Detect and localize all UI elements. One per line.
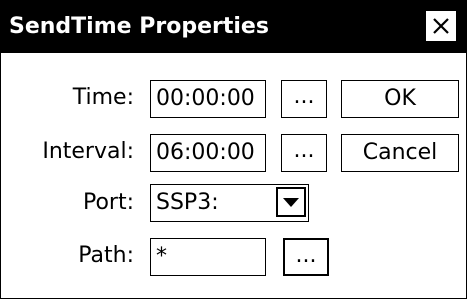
port-label: Port: — [82, 190, 134, 215]
close-button[interactable] — [425, 10, 457, 42]
port-select[interactable]: SSP3: — [150, 184, 309, 222]
time-input[interactable]: 00:00:00 — [150, 80, 266, 118]
interval-picker-button[interactable]: ... — [281, 134, 327, 172]
window-title: SendTime Properties — [9, 14, 269, 39]
ok-button[interactable]: OK — [341, 80, 459, 118]
path-label: Path: — [78, 243, 134, 268]
title-bar: SendTime Properties — [1, 1, 466, 53]
sendtime-properties-dialog: SendTime Properties Time: 00:00:00 ... O… — [0, 0, 467, 299]
path-browse-button[interactable]: ... — [283, 238, 329, 276]
path-input[interactable]: * — [150, 238, 266, 276]
dropdown-arrow-icon — [283, 198, 299, 207]
time-picker-button[interactable]: ... — [281, 80, 327, 118]
time-label: Time: — [72, 85, 134, 110]
cancel-button[interactable]: Cancel — [341, 134, 459, 172]
port-select-value: SSP3: — [156, 190, 219, 215]
interval-input[interactable]: 06:00:00 — [150, 134, 266, 172]
port-dropdown-button[interactable] — [276, 187, 306, 217]
interval-label: Interval: — [42, 139, 134, 164]
close-icon — [433, 18, 449, 34]
